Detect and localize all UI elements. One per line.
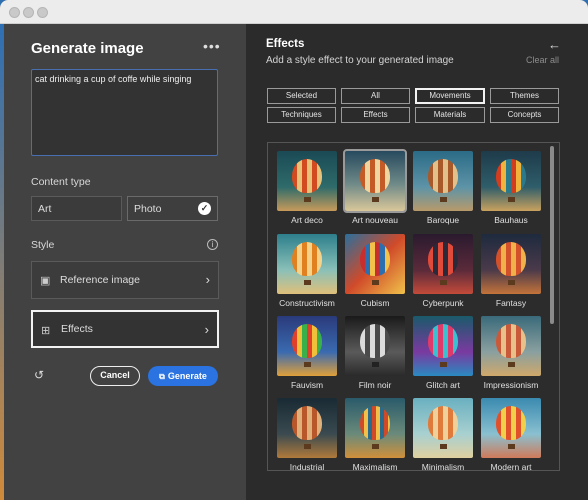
effect-thumbnail [277, 398, 337, 458]
content-type-art-button[interactable]: Art [31, 196, 122, 221]
effects-title: Effects [266, 38, 305, 50]
effect-thumbnail [413, 398, 473, 458]
effect-tile-modern-art[interactable]: Modern art [481, 398, 541, 472]
effect-label: Modern art [490, 462, 532, 472]
effect-tile-fantasy[interactable]: Fantasy [481, 234, 541, 308]
effect-tile-minimalism[interactable]: Minimalism [413, 398, 473, 472]
effects-icon: ⊞ [41, 325, 51, 337]
effect-thumbnail [481, 316, 541, 376]
effect-tile-glitch-art[interactable]: Glitch art [413, 316, 473, 390]
effect-thumbnail [277, 316, 337, 376]
effects-label: Effects [61, 323, 93, 335]
filter-effects[interactable]: Effects [341, 107, 410, 123]
effect-label: Fantasy [495, 298, 527, 308]
image-icon: ▣ [40, 275, 51, 287]
filter-movements[interactable]: Movements [415, 88, 485, 104]
effect-thumbnail [413, 316, 473, 376]
effect-tile-bauhaus[interactable]: Bauhaus [481, 151, 541, 225]
effect-thumbnail [481, 398, 541, 458]
filter-themes[interactable]: Themes [490, 88, 559, 104]
checkmark-icon: ✓ [198, 202, 211, 215]
effect-tile-art-deco[interactable]: Art deco [277, 151, 337, 225]
content-type-photo-button[interactable]: Photo ✓ [127, 196, 218, 221]
content-type-photo-label: Photo [134, 203, 162, 215]
content-type-art-label: Art [38, 203, 52, 215]
chevron-right-icon: › [204, 322, 209, 337]
back-arrow-icon[interactable]: ← [548, 37, 561, 52]
effect-thumbnail [413, 234, 473, 294]
effect-tile-maximalism[interactable]: Maximalism [345, 398, 405, 472]
chevron-right-icon: › [205, 272, 210, 287]
effect-tile-cyberpunk[interactable]: Cyberpunk [413, 234, 473, 308]
filter-concepts[interactable]: Concepts [490, 107, 559, 123]
effect-thumbnail [345, 398, 405, 458]
effect-label: Bauhaus [494, 215, 528, 225]
effect-thumbnail [481, 151, 541, 211]
panel-title: Generate image [31, 40, 144, 57]
effect-tile-impressionism[interactable]: Impressionism [481, 316, 541, 390]
minimize-window-icon[interactable] [23, 7, 34, 18]
effect-thumbnail [481, 234, 541, 294]
effect-thumbnail [277, 234, 337, 294]
filter-selected[interactable]: Selected [267, 88, 336, 104]
effect-tile-cubism[interactable]: Cubism [345, 234, 405, 308]
more-options-icon[interactable]: ••• [203, 38, 221, 54]
effect-tile-film-noir[interactable]: Film noir [345, 316, 405, 390]
effect-thumbnail [413, 151, 473, 211]
effect-tile-baroque[interactable]: Baroque [413, 151, 473, 225]
clear-all-link[interactable]: Clear all [526, 55, 559, 65]
background-strip [0, 24, 4, 500]
maximize-window-icon[interactable] [37, 7, 48, 18]
effect-tile-art-nouveau[interactable]: Art nouveau [343, 149, 407, 225]
info-icon[interactable]: i [207, 239, 218, 250]
app-window: Generate image ••• cat drinking a cup of… [0, 0, 588, 500]
close-window-icon[interactable] [9, 7, 20, 18]
generate-button[interactable]: ⧉ Generate [148, 366, 218, 386]
cancel-button[interactable]: Cancel [90, 366, 140, 386]
filter-techniques[interactable]: Techniques [267, 107, 336, 123]
prompt-input[interactable]: cat drinking a cup of coffe while singin… [31, 69, 218, 156]
effect-thumbnail [345, 316, 405, 376]
filter-all[interactable]: All [341, 88, 410, 104]
effect-thumbnail [343, 149, 407, 213]
content-type-label: Content type [31, 176, 91, 188]
effect-tile-fauvism[interactable]: Fauvism [277, 316, 337, 390]
style-label: Style [31, 239, 55, 251]
effects-subtitle: Add a style effect to your generated ima… [266, 55, 454, 66]
effect-thumbnail [345, 234, 405, 294]
reference-image-label: Reference image [60, 274, 140, 286]
generate-label: Generate [167, 371, 207, 381]
effect-tile-industrial[interactable]: Industrial [277, 398, 337, 472]
effects-button[interactable]: ⊞ Effects › [31, 310, 219, 348]
filter-materials[interactable]: Materials [415, 107, 485, 123]
effect-label: Impressionism [483, 380, 539, 390]
reference-image-button[interactable]: ▣ Reference image › [31, 261, 219, 299]
title-bar [0, 0, 588, 24]
generate-icon: ⧉ [159, 372, 165, 381]
effect-thumbnail [277, 151, 337, 211]
reset-icon[interactable]: ↺ [34, 368, 44, 382]
effect-tile-constructivism[interactable]: Constructivism [277, 234, 337, 308]
